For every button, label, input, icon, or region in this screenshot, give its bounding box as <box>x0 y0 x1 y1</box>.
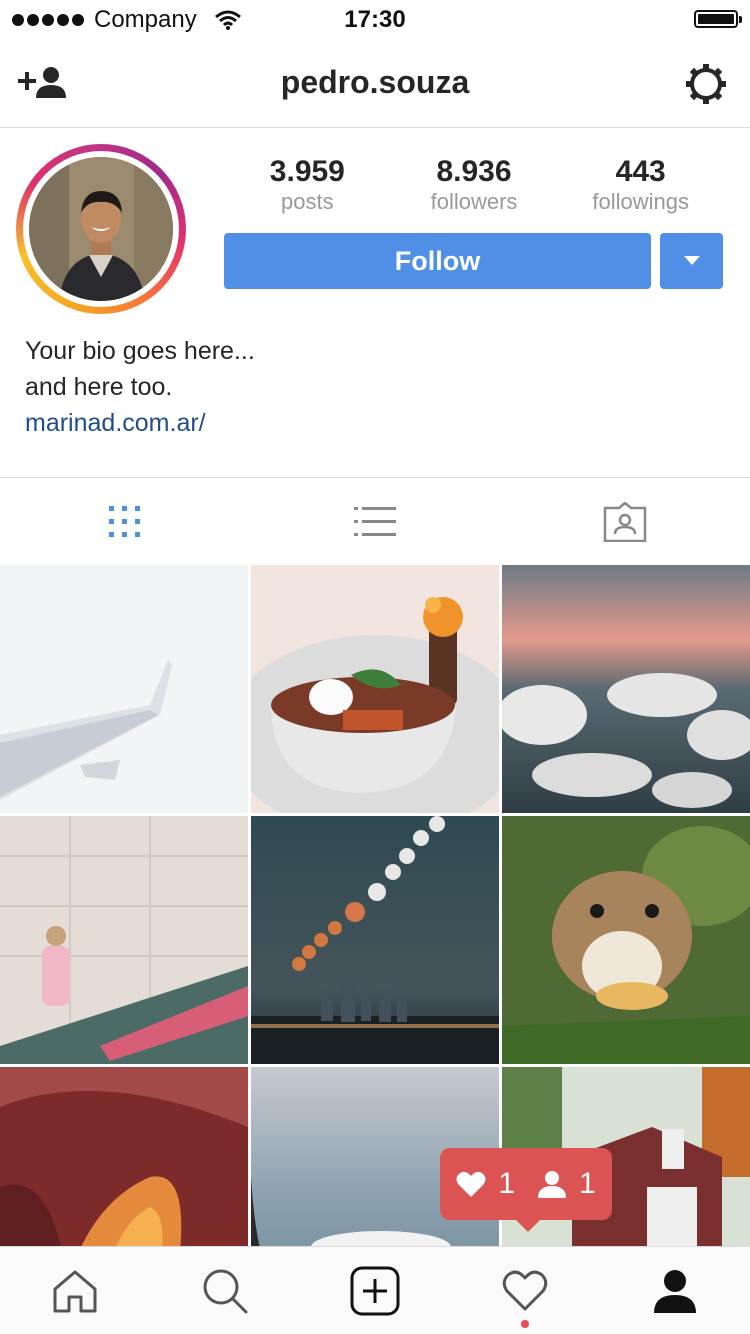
stat-label: posts <box>281 189 334 214</box>
nav-add-post[interactable] <box>300 1247 450 1334</box>
gear-icon[interactable] <box>684 62 728 106</box>
status-time: 17:30 <box>344 6 406 33</box>
grid-photo-clouds-sunset[interactable] <box>502 565 750 813</box>
person-icon <box>538 1171 566 1198</box>
stat-followings[interactable]: 443 followings <box>557 155 724 215</box>
grid-photo-chipmunk[interactable] <box>502 816 750 1064</box>
bio-line: Your bio goes here... <box>25 337 255 365</box>
grid-photo-food-bowl[interactable] <box>251 565 499 813</box>
status-bar: Company 17:30 <box>0 0 750 40</box>
grid-photo-moon-phases[interactable] <box>251 816 499 1064</box>
stat-value: 3.959 <box>269 155 345 188</box>
tab-grid[interactable] <box>0 478 250 565</box>
stat-posts[interactable]: 3.959 posts <box>224 155 391 215</box>
profile-bio: Your bio goes here... and here too. mari… <box>25 333 255 441</box>
tagged-icon <box>603 501 647 542</box>
stat-followers[interactable]: 8.936 followers <box>391 155 558 215</box>
profile-header: pedro.souza <box>0 40 750 128</box>
search-icon <box>203 1269 248 1313</box>
follows-count: 1 <box>579 1167 596 1200</box>
profile-stats: 3.959 posts 8.936 followers 443 followin… <box>224 155 724 215</box>
bio-line: and here too. <box>25 373 173 401</box>
stat-label: followers <box>430 189 518 214</box>
grid-icon <box>109 505 140 537</box>
heart-icon <box>502 1270 548 1310</box>
bio-link[interactable]: marinad.com.ar/ <box>25 405 255 441</box>
nav-home[interactable] <box>0 1247 150 1334</box>
notification-dot <box>521 1320 529 1328</box>
avatar[interactable] <box>16 144 186 314</box>
avatar-photo <box>29 157 173 301</box>
grid-photo-airplane-wing[interactable] <box>0 565 248 813</box>
stat-value: 8.936 <box>436 155 512 188</box>
battery-icon <box>694 10 742 28</box>
grid-photo-woman-wall[interactable] <box>0 816 248 1064</box>
add-post-icon <box>350 1266 400 1315</box>
profile-username: pedro.souza <box>280 64 470 100</box>
likes-count: 1 <box>498 1167 515 1200</box>
photo-grid <box>0 565 750 1246</box>
home-icon <box>53 1270 97 1312</box>
suggestions-dropdown-button[interactable] <box>660 233 723 289</box>
nav-profile[interactable] <box>600 1247 750 1334</box>
profile-tabs <box>0 477 750 565</box>
profile-icon <box>654 1269 696 1313</box>
activity-notification-bubble[interactable]: 1 1 <box>440 1148 612 1232</box>
list-icon <box>354 506 396 536</box>
bottom-navigation <box>0 1246 750 1334</box>
stat-value: 443 <box>615 155 666 188</box>
follow-button[interactable]: Follow <box>224 233 651 289</box>
grid-photo-canyon[interactable] <box>0 1067 248 1246</box>
stat-label: followings <box>592 189 689 214</box>
nav-activity[interactable] <box>450 1247 600 1334</box>
heart-icon <box>456 1171 486 1197</box>
tab-list[interactable] <box>250 478 500 565</box>
caret-down-icon <box>683 256 700 265</box>
nav-search[interactable] <box>150 1247 300 1334</box>
tab-tagged[interactable] <box>500 478 750 565</box>
